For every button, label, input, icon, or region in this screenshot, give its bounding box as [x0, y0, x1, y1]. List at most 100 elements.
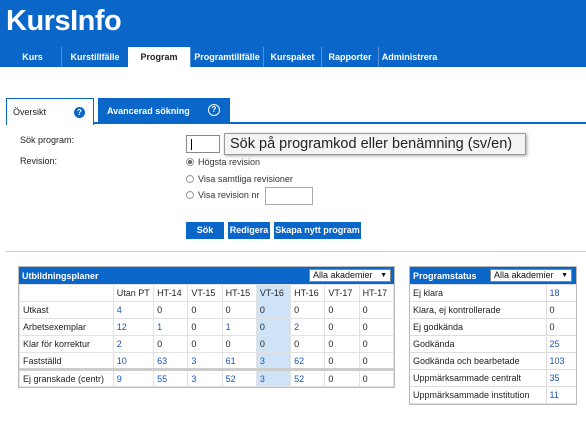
- help-icon[interactable]: ?: [208, 104, 220, 116]
- row-label: Utkast: [19, 301, 114, 319]
- cell-link[interactable]: 10: [112, 352, 155, 371]
- table-row: Utkast 4 0 0 0 0 0 0 0: [19, 301, 395, 319]
- cell: 0: [324, 335, 360, 353]
- table-row: Ej godkända 0: [410, 318, 576, 336]
- cell-link[interactable]: 2: [112, 335, 155, 353]
- search-button[interactable]: Sök: [186, 222, 224, 239]
- nav-rapporter[interactable]: Rapporter: [321, 47, 378, 67]
- nav-program[interactable]: Program: [128, 47, 190, 67]
- help-icon[interactable]: ?: [74, 107, 85, 118]
- cell-link[interactable]: 3: [187, 352, 223, 371]
- tab-oversikt[interactable]: Översikt ?: [6, 98, 94, 125]
- cell-link[interactable]: 2: [290, 318, 326, 336]
- tab-advanced-search[interactable]: Avancerad sökning ?: [98, 98, 230, 124]
- cell-link[interactable]: 61: [221, 352, 257, 371]
- row-label: Godkända och bearbetade: [410, 352, 546, 370]
- dropdown-arrow-icon: ▼: [380, 272, 387, 279]
- radio-highest-revision[interactable]: Högsta revision: [186, 157, 260, 167]
- cell-link[interactable]: 25: [545, 335, 576, 353]
- radio-label: Högsta revision: [198, 157, 261, 167]
- radio-revision-nr[interactable]: Visa revision nr: [186, 190, 259, 200]
- column-header: HT-14: [153, 284, 189, 302]
- plans-academy-select[interactable]: Alla akademier ▼: [309, 269, 391, 282]
- row-label: Arbetsexemplar: [19, 318, 114, 336]
- table-row: Klar för korrektur 2 0 0 0 0 0 0 0: [19, 335, 395, 353]
- table-row: Arbetsexemplar 12 1 0 1 0 2 0 0: [19, 318, 395, 336]
- cell: 0: [153, 335, 189, 353]
- cell-link[interactable]: 18: [545, 284, 576, 302]
- column-header: VT-17: [324, 284, 360, 302]
- cell-link[interactable]: 3: [255, 369, 292, 387]
- cell: 0: [221, 335, 257, 353]
- cell: 0: [187, 301, 223, 319]
- edit-button[interactable]: Redigera: [228, 222, 270, 239]
- cell: 0: [255, 301, 292, 319]
- cell-link[interactable]: 55: [153, 369, 189, 387]
- row-label: Fastställd: [19, 352, 114, 371]
- search-input[interactable]: [186, 135, 220, 153]
- cell: 0: [358, 369, 395, 387]
- radio-button[interactable]: [186, 158, 194, 166]
- column-header: HT-15: [221, 284, 257, 302]
- radio-button[interactable]: [186, 175, 194, 183]
- cell: 0: [255, 335, 292, 353]
- cell-link[interactable]: 1: [221, 318, 257, 336]
- nav-programtillfalle[interactable]: Programtillfälle: [190, 47, 263, 67]
- row-label: Godkända: [410, 335, 546, 353]
- search-tooltip: Sök på programkod eller benämning (sv/en…: [224, 133, 526, 155]
- cell: 0: [221, 301, 257, 319]
- cell-link[interactable]: 1: [153, 318, 189, 336]
- column-header: HT-17: [358, 284, 395, 302]
- cell-link[interactable]: 52: [290, 369, 326, 387]
- row-label: Klara, ej kontrollerade: [410, 301, 546, 319]
- plans-header: Utbildningsplaner Alla akademier ▼: [19, 267, 394, 284]
- status-panel: Programstatus Alla akademier ▼ Ej klara …: [409, 266, 577, 405]
- table-row: Ej klara 18: [410, 284, 576, 302]
- cell-link[interactable]: 52: [221, 369, 257, 387]
- row-label: Klar för korrektur: [19, 335, 114, 353]
- revision-nr-input[interactable]: [265, 187, 313, 205]
- tab-advanced-label: Avancerad sökning: [107, 106, 190, 116]
- create-program-button[interactable]: Skapa nytt program: [274, 222, 361, 239]
- nav-kurspaket[interactable]: Kurspaket: [263, 47, 321, 67]
- tab-oversikt-label: Översikt: [13, 107, 47, 117]
- nav-administrera[interactable]: Administrera: [378, 47, 440, 67]
- cell-link[interactable]: 4: [112, 301, 155, 319]
- cell-link[interactable]: 9: [112, 369, 155, 387]
- app-title: KursInfo: [6, 5, 122, 37]
- row-label: Ej godkända: [410, 318, 546, 336]
- radio-button[interactable]: [186, 191, 194, 199]
- status-academy-select[interactable]: Alla akademier ▼: [490, 269, 572, 282]
- cell: 0: [324, 352, 360, 371]
- nav-kurs[interactable]: Kurs: [4, 47, 61, 67]
- cell-link[interactable]: 12: [112, 318, 155, 336]
- nav-kurstillfalle[interactable]: Kurstillfälle: [61, 47, 128, 67]
- select-value: Alla akademier: [313, 270, 373, 280]
- cell: 0: [358, 301, 395, 319]
- plans-table: Utan PT HT-14 VT-15 HT-15 VT-16 HT-16 VT…: [19, 284, 395, 387]
- divider: [6, 251, 586, 252]
- cell-link[interactable]: 35: [545, 369, 576, 387]
- status-table: Ej klara 18 Klara, ej kontrollerade 0 Ej…: [410, 284, 576, 404]
- table-row: Godkända och bearbetade 103: [410, 352, 576, 370]
- cell-link[interactable]: 3: [187, 369, 223, 387]
- table-row: Klara, ej kontrollerade 0: [410, 301, 576, 319]
- row-label: Uppmärksammade institution: [410, 386, 546, 404]
- cell-link[interactable]: 11: [545, 386, 576, 404]
- cell-link[interactable]: 62: [290, 352, 326, 371]
- table-row: Godkända 25: [410, 335, 576, 353]
- column-header: Utan PT: [112, 284, 155, 302]
- cell-link[interactable]: 3: [255, 352, 292, 371]
- cell: 0: [545, 301, 576, 319]
- row-label: Ej granskade (centr): [19, 369, 114, 387]
- table-row: Uppmärksammade centralt 35: [410, 369, 576, 387]
- cell: 0: [290, 335, 326, 353]
- column-header: [19, 284, 114, 302]
- search-label: Sök program:: [20, 135, 75, 145]
- table-row: Fastställd 10 63 3 61 3 62 0 0: [19, 352, 395, 371]
- cell-link[interactable]: 63: [153, 352, 189, 371]
- radio-all-revisions[interactable]: Visa samtliga revisioner: [186, 174, 293, 184]
- app-header: KursInfo Kurs Kurstillfälle Program Prog…: [0, 0, 586, 67]
- cell-link[interactable]: 103: [545, 352, 576, 370]
- cell: 0: [290, 301, 326, 319]
